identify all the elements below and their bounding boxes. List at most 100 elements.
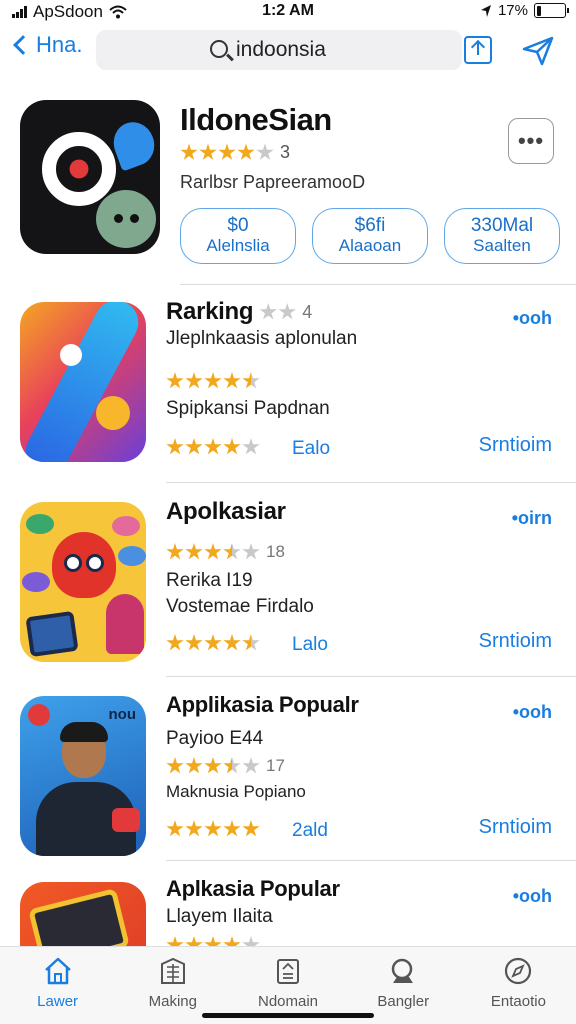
featured-title: IldoneSian xyxy=(180,102,332,137)
app-subtitle: Rerika I19 xyxy=(166,570,253,591)
star-icon xyxy=(223,438,241,455)
tab-label: Ndomain xyxy=(257,993,319,1010)
star-icon xyxy=(237,143,255,160)
back-label: Hna. xyxy=(36,32,83,57)
star-icon xyxy=(166,438,184,455)
app-subtitle: Llayem Ilaita xyxy=(166,906,273,927)
divider xyxy=(166,860,576,861)
featured-app[interactable]: IldoneSian 3 Rarlbsr PapreeramooD ••• $0… xyxy=(0,96,576,286)
rating-count: 17 xyxy=(266,756,285,775)
star-rating xyxy=(166,936,260,946)
rating-row xyxy=(166,438,260,456)
star-rating xyxy=(166,372,260,390)
star-icon xyxy=(204,372,222,389)
price-options: $0 Alelnslia $6fi Alaaoan 330Mal Saalten xyxy=(180,208,560,264)
list-item[interactable]: Rarking 4 •ooh Jleplnkaasis aplonulan Sp… xyxy=(0,286,576,476)
star-icon xyxy=(199,143,217,160)
divider xyxy=(166,482,576,483)
chevron-left-icon xyxy=(13,35,33,55)
star-icon xyxy=(185,820,203,837)
get-button[interactable]: •ooh xyxy=(513,886,552,907)
abstract-y-icon[interactable] xyxy=(20,302,146,462)
featured-subtitle: Rarlbsr PapreeramooD xyxy=(180,172,366,192)
tab-label: Lawer xyxy=(37,993,79,1010)
star-icon xyxy=(166,936,184,946)
get-button[interactable]: •ooh xyxy=(513,702,552,723)
star-icon xyxy=(223,820,241,837)
price-value: 330Mal xyxy=(470,215,534,237)
star-icon xyxy=(223,634,241,651)
battery-fill xyxy=(536,5,542,16)
tab-label: Bangler xyxy=(377,993,430,1010)
rating-row: 17 xyxy=(166,756,285,776)
app-title-text: Aplkasia Popular xyxy=(166,876,340,901)
tab-label: Entaotio xyxy=(490,993,546,1010)
featured-app-icon[interactable] xyxy=(20,100,160,254)
nav-bar: Hna. indoonsia xyxy=(0,24,576,74)
star-icon xyxy=(218,143,236,160)
send-icon[interactable] xyxy=(522,36,554,66)
star-icon xyxy=(242,634,260,651)
compass-icon xyxy=(505,957,532,985)
price-value: $0 xyxy=(227,215,249,237)
list-item[interactable]: nou Applikasia Popualr •ooh Payioo E44 1… xyxy=(0,680,576,870)
home-icon xyxy=(44,957,71,985)
star-icon xyxy=(204,936,222,946)
tab-entaotio[interactable]: Entaotio xyxy=(461,947,576,1024)
star-icon xyxy=(242,372,260,389)
cartoon-icon[interactable] xyxy=(20,502,146,662)
app-link[interactable]: Srntioim xyxy=(479,630,552,653)
tablet-icon[interactable] xyxy=(20,882,146,946)
person-icon[interactable]: nou xyxy=(20,696,146,856)
status-right: 17% xyxy=(480,2,569,19)
star-icon xyxy=(242,936,260,946)
star-icon xyxy=(204,820,222,837)
more-options-button[interactable]: ••• xyxy=(508,118,554,164)
star-rating xyxy=(180,143,274,162)
battery-percent: 17% xyxy=(497,2,528,19)
star-rating xyxy=(166,820,260,838)
star-icon xyxy=(166,634,184,651)
star-icon xyxy=(223,936,241,946)
star-icon xyxy=(185,543,203,560)
home-indicator xyxy=(202,1013,374,1018)
app-link[interactable]: Srntioim xyxy=(479,434,552,457)
share-icon[interactable] xyxy=(464,36,492,64)
list-item[interactable]: Aplkasia Popular •ooh Llayem Ilaita xyxy=(0,864,576,946)
back-button[interactable]: Hna. xyxy=(8,32,82,58)
tab-lawer[interactable]: Lawer xyxy=(0,947,115,1024)
building-icon xyxy=(160,957,185,984)
app-title: Aplkasia Popular xyxy=(166,876,340,902)
rating-row xyxy=(166,820,260,838)
app-link[interactable]: Srntioim xyxy=(479,816,552,839)
get-button[interactable]: •oirn xyxy=(512,508,552,529)
star-icon xyxy=(185,936,203,946)
star-icon xyxy=(166,543,184,560)
app-title-text: Rarking xyxy=(166,298,254,325)
price-button-2[interactable]: $6fi Alaaoan xyxy=(312,208,428,264)
title-count: 4 xyxy=(302,301,312,322)
star-rating xyxy=(259,303,296,321)
battery-icon xyxy=(534,3,569,18)
rating-row xyxy=(166,372,260,390)
search-value: indoonsia xyxy=(236,38,326,61)
featured-rating: 3 xyxy=(180,142,290,163)
price-button-3[interactable]: 330Mal Saalten xyxy=(444,208,560,264)
search-input[interactable]: indoonsia xyxy=(96,30,462,70)
star-icon xyxy=(223,372,241,389)
star-icon xyxy=(185,634,203,651)
list-item[interactable]: Apolkasiar •oirn 18 Rerika I19 Vostemae … xyxy=(0,486,576,676)
rating-count: 18 xyxy=(266,542,285,561)
star-icon xyxy=(204,634,222,651)
app-meta: Lalo xyxy=(292,634,328,655)
star-icon xyxy=(180,143,198,160)
app-subtitle: Spipkansi Papdnan xyxy=(166,398,330,419)
get-button[interactable]: •ooh xyxy=(513,308,552,329)
price-value: $6fi xyxy=(354,215,386,237)
ring-shape xyxy=(42,132,116,206)
star-rating xyxy=(166,543,260,561)
price-button-1[interactable]: $0 Alelnslia xyxy=(180,208,296,264)
star-rating xyxy=(166,757,260,775)
star-icon xyxy=(256,143,274,160)
star-icon xyxy=(259,303,277,320)
